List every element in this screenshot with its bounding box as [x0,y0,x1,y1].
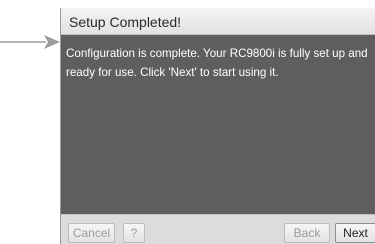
next-button[interactable]: Next [335,223,375,243]
dialog-message: Configuration is complete. Your RC9800i … [66,47,368,79]
setup-dialog: Setup Completed! Configuration is comple… [60,8,375,244]
dialog-header: Setup Completed! [61,8,375,35]
dialog-title: Setup Completed! [69,14,182,30]
cancel-button[interactable]: Cancel [68,223,115,243]
right-arrow-pointer-icon [0,35,60,49]
help-button[interactable]: ? [123,223,145,243]
back-button[interactable]: Back [284,223,330,243]
dialog-button-bar: Cancel ? Back Next [61,214,375,244]
screenshot-stage: Setup Completed! Configuration is comple… [0,0,375,244]
